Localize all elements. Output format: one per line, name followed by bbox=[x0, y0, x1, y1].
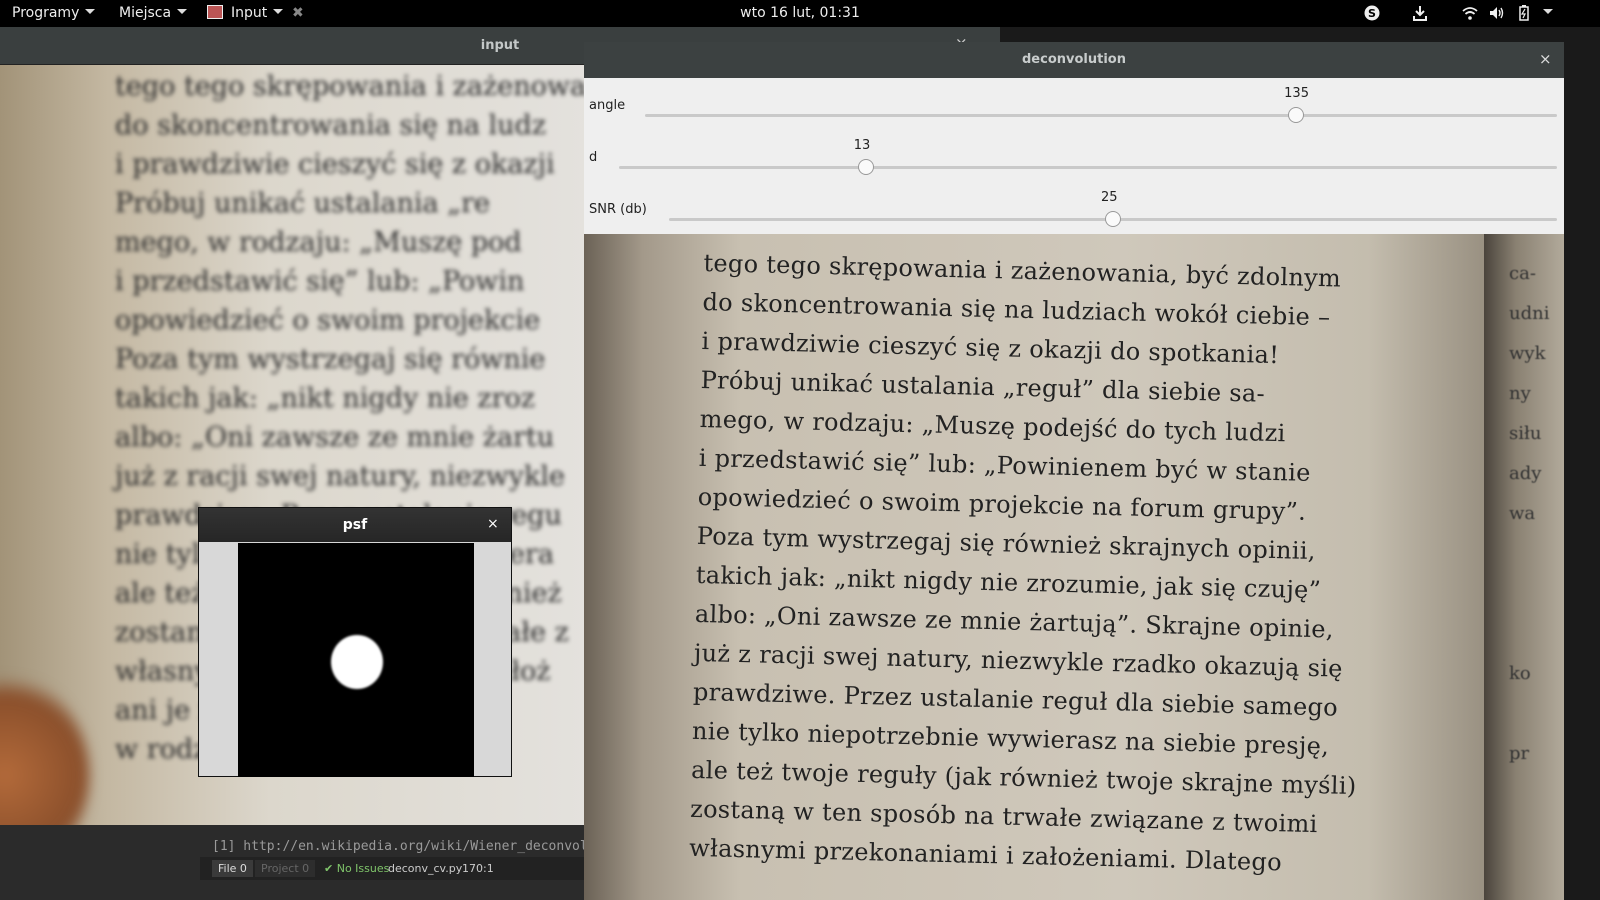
gutter-text-line: udni bbox=[1509, 303, 1550, 324]
deconvolved-image: ca-udni wyk ny siłu ady wa ko pr tego tego skrę… bbox=[584, 234, 1564, 900]
input-text-line: Poza tym wystrzegaj się równie bbox=[115, 344, 546, 375]
editor-status-bar: File 0 Project 0 ✔ No Issues deconv_cv.p… bbox=[200, 857, 600, 880]
gutter-text: ca-udni wyk ny siłu ady wa ko pr bbox=[1509, 254, 1559, 894]
places-menu-label: Miejsca bbox=[119, 5, 172, 21]
input-text-line: i prawdziwie cieszyć się z okazji bbox=[115, 149, 555, 180]
programs-menu[interactable]: Programy bbox=[12, 0, 96, 27]
gutter-text-line: ca- bbox=[1509, 263, 1536, 284]
gutter-text-line bbox=[1509, 534, 1559, 574]
trackbar-panel: angle 135 d 13 SNR (db) 25 bbox=[584, 78, 1564, 234]
psf-window-close-icon[interactable]: × bbox=[487, 516, 499, 532]
deconvolution-window: deconvolution × angle 135 d 13 SNR (db) … bbox=[584, 42, 1564, 900]
gutter-text-line bbox=[1509, 574, 1559, 614]
input-text-line: mego, w rodzaju: „Muszę pod bbox=[115, 227, 522, 258]
input-text-line: tego tego skrępowania i zażenowa bbox=[115, 71, 587, 102]
input-text-line: opowiedzieć o swoim projekcie bbox=[115, 305, 541, 336]
chevron-down-icon bbox=[85, 8, 96, 14]
chevron-down-icon bbox=[177, 8, 188, 14]
gutter-text-line bbox=[1509, 694, 1559, 734]
psf-window: psf × bbox=[198, 507, 512, 777]
wifi-icon[interactable] bbox=[1461, 4, 1479, 22]
angle-value: 135 bbox=[1284, 86, 1309, 101]
psf-window-title: psf bbox=[342, 517, 368, 533]
clock[interactable]: wto 16 lut, 01:31 bbox=[700, 0, 900, 27]
status-project-count[interactable]: Project 0 bbox=[255, 860, 316, 877]
input-text-line: albo: „Oni zawsze ze mnie żartu bbox=[115, 422, 555, 453]
d-slider-handle[interactable] bbox=[857, 159, 874, 175]
psf-image bbox=[238, 543, 474, 777]
gutter-text-line bbox=[1509, 854, 1559, 894]
gutter-text-line: wa bbox=[1509, 503, 1536, 524]
app-menu[interactable]: Input bbox=[207, 0, 284, 27]
deconvolution-window-title: deconvolution bbox=[1022, 52, 1126, 67]
chevron-down-icon bbox=[273, 8, 284, 14]
gutter-text-line bbox=[1509, 814, 1559, 854]
input-text-line: już z racji swej natury, niezwykle bbox=[115, 461, 566, 492]
gutter-text-line: ny bbox=[1509, 383, 1531, 404]
deconvolution-window-titlebar[interactable]: deconvolution × bbox=[584, 42, 1564, 78]
gutter-text-line: wyk bbox=[1509, 343, 1546, 364]
d-value: 13 bbox=[853, 138, 871, 153]
volume-icon[interactable] bbox=[1488, 4, 1506, 22]
battery-icon[interactable] bbox=[1517, 4, 1531, 22]
app-close-icon[interactable]: ✖ bbox=[292, 0, 304, 27]
programs-menu-label: Programy bbox=[12, 5, 80, 21]
snr-slider-handle[interactable] bbox=[1105, 211, 1121, 227]
d-label: d bbox=[589, 150, 598, 165]
places-menu[interactable]: Miejsca bbox=[119, 0, 188, 27]
gutter-text-line: siłu bbox=[1509, 423, 1542, 444]
snr-label: SNR (db) bbox=[589, 202, 647, 217]
input-text-line: do skoncentrowania się na ludz bbox=[115, 110, 547, 141]
deconvolved-image-text: tego tego skrępowania i zażenowania, być… bbox=[689, 244, 1424, 885]
app-menu-label: Input bbox=[231, 5, 268, 21]
top-panel: Programy Miejsca Input ✖ wto 16 lut, 01:… bbox=[0, 0, 1600, 27]
psf-kernel-dot bbox=[331, 635, 383, 689]
desktop: input × tego tego skrępowania i zażenowa… bbox=[0, 0, 1600, 900]
angle-slider-handle[interactable] bbox=[1288, 107, 1305, 123]
editor-gutter bbox=[0, 825, 200, 900]
snr-value: 25 bbox=[1101, 190, 1118, 205]
status-file-count[interactable]: File 0 bbox=[212, 860, 253, 877]
editor-code-line: [1] http://en.wikipedia.org/wiki/Wiener_… bbox=[212, 839, 627, 854]
deconvolution-window-close-icon[interactable]: × bbox=[1539, 50, 1552, 68]
gutter-text-line: ady bbox=[1509, 463, 1542, 484]
gutter-text-line bbox=[1509, 614, 1559, 654]
svg-text:S: S bbox=[1368, 7, 1376, 20]
gutter-text-line bbox=[1509, 774, 1559, 814]
gutter-text-line: pr bbox=[1509, 743, 1530, 764]
angle-label: angle bbox=[589, 98, 626, 113]
check-icon: ✔ bbox=[324, 862, 337, 875]
angle-slider-track[interactable] bbox=[645, 114, 1557, 117]
skype-icon[interactable]: S bbox=[1363, 4, 1381, 22]
system-menu-chevron-down-icon[interactable] bbox=[1541, 4, 1555, 22]
input-text-line: takich jak: „nikt nigdy nie zroz bbox=[115, 383, 535, 414]
download-icon[interactable] bbox=[1411, 4, 1429, 22]
d-slider-track[interactable] bbox=[619, 166, 1557, 169]
input-text-line: i przedstawić się” lub: „Powin bbox=[115, 266, 525, 297]
gutter-text-line: ko bbox=[1509, 663, 1531, 684]
status-cursor-position[interactable]: 170:1 bbox=[456, 860, 500, 877]
finger-shadow bbox=[0, 675, 90, 825]
input-text-line: Próbuj unikać ustalania „re bbox=[115, 188, 491, 219]
psf-window-titlebar[interactable]: psf × bbox=[199, 508, 511, 542]
app-icon bbox=[207, 5, 223, 19]
